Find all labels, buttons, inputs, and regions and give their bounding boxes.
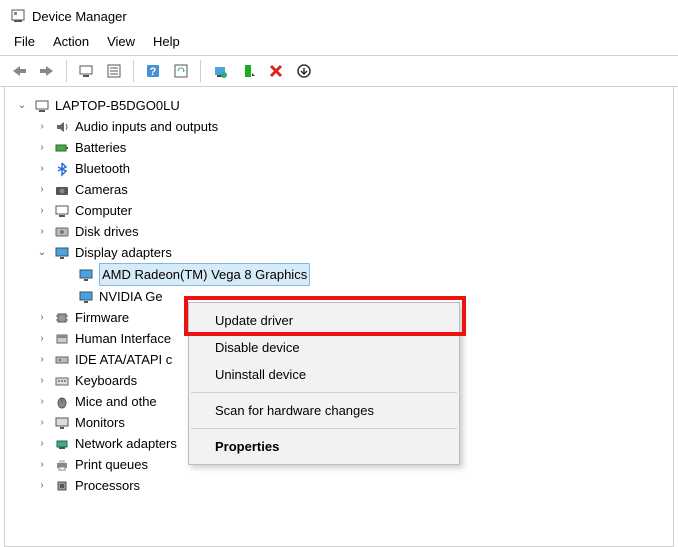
chevron-right-icon[interactable]: › <box>35 137 49 158</box>
ctx-update-driver[interactable]: Update driver <box>189 307 459 334</box>
update-icon[interactable] <box>207 59 233 83</box>
window-title: Device Manager <box>32 9 127 24</box>
chevron-down-icon[interactable]: ⌄ <box>15 95 29 116</box>
cpu-icon <box>53 478 71 494</box>
chevron-right-icon[interactable]: › <box>35 412 49 433</box>
node-label: Bluetooth <box>75 158 130 179</box>
node-label: Audio inputs and outputs <box>75 116 218 137</box>
more-icon[interactable] <box>291 59 317 83</box>
help-icon[interactable]: ? <box>140 59 166 83</box>
uninstall-icon[interactable] <box>263 59 289 83</box>
chevron-down-icon[interactable]: ⌄ <box>35 242 49 263</box>
display-icon <box>77 267 95 283</box>
hid-icon <box>53 331 71 347</box>
chevron-right-icon[interactable]: › <box>35 328 49 349</box>
tree-node-cameras[interactable]: › Cameras <box>11 179 669 200</box>
node-label: Disk drives <box>75 221 139 242</box>
printer-icon <box>53 457 71 473</box>
node-label: IDE ATA/ATAPI c <box>75 349 172 370</box>
pc-icon <box>53 203 71 219</box>
menu-action[interactable]: Action <box>53 34 89 49</box>
tree-node-display[interactable]: ⌄ Display adapters <box>11 242 669 263</box>
forward-button[interactable] <box>34 59 60 83</box>
context-separator <box>191 392 457 393</box>
computer-icon <box>33 98 51 114</box>
tree-node-batteries[interactable]: › Batteries <box>11 137 669 158</box>
toolbar: ? <box>0 55 678 87</box>
tree-node-audio[interactable]: › Audio inputs and outputs <box>11 116 669 137</box>
node-label: Print queues <box>75 454 148 475</box>
context-menu: Update driver Disable device Uninstall d… <box>188 302 460 465</box>
app-icon <box>10 8 26 24</box>
node-label: Computer <box>75 200 132 221</box>
tree-node-disk[interactable]: › Disk drives <box>11 221 669 242</box>
toolbar-separator <box>66 60 67 82</box>
titlebar: Device Manager <box>0 0 678 30</box>
node-label: Batteries <box>75 137 126 158</box>
menu-file[interactable]: File <box>14 34 35 49</box>
chevron-right-icon[interactable]: › <box>35 349 49 370</box>
menu-view[interactable]: View <box>107 34 135 49</box>
tree-node-bluetooth[interactable]: › Bluetooth <box>11 158 669 179</box>
scan-icon[interactable] <box>168 59 194 83</box>
chevron-right-icon[interactable]: › <box>35 475 49 496</box>
toolbar-separator <box>200 60 201 82</box>
chip-icon <box>53 310 71 326</box>
chevron-right-icon[interactable]: › <box>35 391 49 412</box>
bluetooth-icon <box>53 161 71 177</box>
chevron-right-icon[interactable]: › <box>35 370 49 391</box>
node-label: Monitors <box>75 412 125 433</box>
chevron-right-icon[interactable]: › <box>35 200 49 221</box>
camera-icon <box>53 182 71 198</box>
chevron-right-icon[interactable]: › <box>35 179 49 200</box>
battery-icon <box>53 140 71 156</box>
display-icon <box>53 245 71 261</box>
toolbar-separator <box>133 60 134 82</box>
back-button[interactable] <box>6 59 32 83</box>
chevron-right-icon[interactable]: › <box>35 454 49 475</box>
monitor-icon <box>53 415 71 431</box>
network-icon <box>53 436 71 452</box>
menubar: File Action View Help <box>0 30 678 55</box>
svg-text:?: ? <box>150 66 157 78</box>
node-label: Cameras <box>75 179 128 200</box>
enable-icon[interactable] <box>235 59 261 83</box>
speaker-icon <box>53 119 71 135</box>
chevron-right-icon[interactable]: › <box>35 433 49 454</box>
node-label: Network adapters <box>75 433 177 454</box>
node-label: Human Interface <box>75 328 171 349</box>
node-label: Display adapters <box>75 242 172 263</box>
chevron-right-icon[interactable]: › <box>35 158 49 179</box>
chevron-right-icon[interactable]: › <box>35 307 49 328</box>
ctx-properties[interactable]: Properties <box>189 433 459 460</box>
ide-icon <box>53 352 71 368</box>
node-label: Mice and othe <box>75 391 157 412</box>
tree-node-computer[interactable]: › Computer <box>11 200 669 221</box>
node-label: NVIDIA Ge <box>99 286 163 307</box>
context-separator <box>191 428 457 429</box>
mouse-icon <box>53 394 71 410</box>
ctx-uninstall-device[interactable]: Uninstall device <box>189 361 459 388</box>
tree-node-amd[interactable]: AMD Radeon(TM) Vega 8 Graphics <box>11 263 669 286</box>
tree-root[interactable]: ⌄ LAPTOP-B5DGO0LU <box>11 95 669 116</box>
tree-node-processors[interactable]: › Processors <box>11 475 669 496</box>
properties-icon[interactable] <box>101 59 127 83</box>
chevron-right-icon[interactable]: › <box>35 116 49 137</box>
ctx-disable-device[interactable]: Disable device <box>189 334 459 361</box>
chevron-right-icon[interactable]: › <box>35 221 49 242</box>
node-label: Processors <box>75 475 140 496</box>
keyboard-icon <box>53 373 71 389</box>
node-label: Firmware <box>75 307 129 328</box>
computer-icon[interactable] <box>73 59 99 83</box>
disk-icon <box>53 224 71 240</box>
ctx-scan-hardware[interactable]: Scan for hardware changes <box>189 397 459 424</box>
menu-help[interactable]: Help <box>153 34 180 49</box>
node-label: Keyboards <box>75 370 137 391</box>
node-label: AMD Radeon(TM) Vega 8 Graphics <box>99 263 310 286</box>
display-icon <box>77 289 95 305</box>
node-label: LAPTOP-B5DGO0LU <box>55 95 180 116</box>
